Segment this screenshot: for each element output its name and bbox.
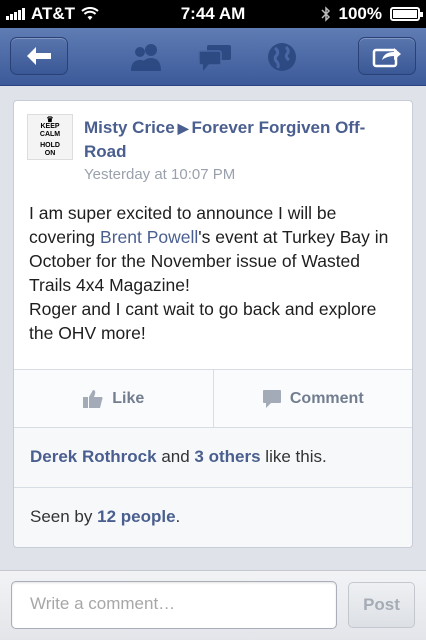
battery-label: 100% <box>338 4 382 23</box>
seen-row: Seen by 12 people. <box>14 487 412 547</box>
avatar-text-2: CALM <box>39 131 61 138</box>
others-link[interactable]: 3 others <box>194 447 260 466</box>
post-timestamp[interactable]: Yesterday at 10:07 PM <box>84 166 404 183</box>
comment-label: Comment <box>289 389 364 407</box>
battery-icon <box>390 7 423 21</box>
seen-suffix: . <box>175 507 181 526</box>
comment-bar: Write a comment… Post <box>0 570 426 640</box>
action-row: Like Comment <box>14 369 412 427</box>
like-button[interactable]: Like <box>14 370 213 427</box>
post-text-3: Roger and I cant wait to go back and exp… <box>29 299 377 343</box>
post-body: I am super excited to announce I will be… <box>29 201 404 345</box>
liker-name[interactable]: Derek Rothrock <box>30 447 157 466</box>
avatar-text-1: KEEP <box>40 123 60 130</box>
share-icon <box>372 48 401 68</box>
thumbs-up-icon <box>83 389 103 408</box>
post-button[interactable]: Post <box>348 582 415 628</box>
likes-suffix: like this. <box>260 447 327 466</box>
seen-prefix: Seen by <box>30 507 98 526</box>
messages-icon[interactable] <box>197 42 233 72</box>
comment-icon <box>262 389 281 408</box>
arrow-icon: ▶ <box>177 120 189 136</box>
share-button[interactable] <box>358 37 416 75</box>
bluetooth-icon <box>320 6 330 22</box>
globe-icon[interactable] <box>266 41 298 73</box>
friends-icon[interactable] <box>128 42 164 72</box>
nav-center-icons <box>128 40 298 74</box>
comment-button[interactable]: Comment <box>212 370 413 427</box>
crown-icon: ♛ <box>46 115 54 124</box>
author-name[interactable]: Misty Crice <box>84 118 175 137</box>
likes-and: and <box>156 447 195 466</box>
back-button[interactable] <box>10 37 68 75</box>
status-bar: AT&T 7:44 AM 100% <box>0 0 426 28</box>
battery-fill <box>393 10 417 18</box>
back-arrow-icon <box>27 47 51 65</box>
avatar[interactable]: ♛ KEEP CALM HOLD ON <box>27 114 73 160</box>
seen-count-link[interactable]: 12 people <box>97 507 175 526</box>
post-header: Misty Crice ▶ Forever Forgiven Off-Road Ye… <box>84 116 404 183</box>
nav-bar <box>0 28 426 86</box>
comment-input[interactable]: Write a comment… <box>11 581 337 629</box>
post-card: ♛ KEEP CALM HOLD ON Misty Crice ▶ Forever … <box>13 100 413 548</box>
avatar-text-4: ON <box>44 150 56 157</box>
likes-row: Derek Rothrock and 3 others like this. <box>14 427 412 487</box>
avatar-text-3: HOLD <box>40 142 60 149</box>
status-right: 100% <box>320 4 423 24</box>
author-line: Misty Crice ▶ Forever Forgiven Off-Road <box>84 116 404 163</box>
mention-link[interactable]: Brent Powell <box>100 227 198 247</box>
like-label: Like <box>112 389 145 407</box>
